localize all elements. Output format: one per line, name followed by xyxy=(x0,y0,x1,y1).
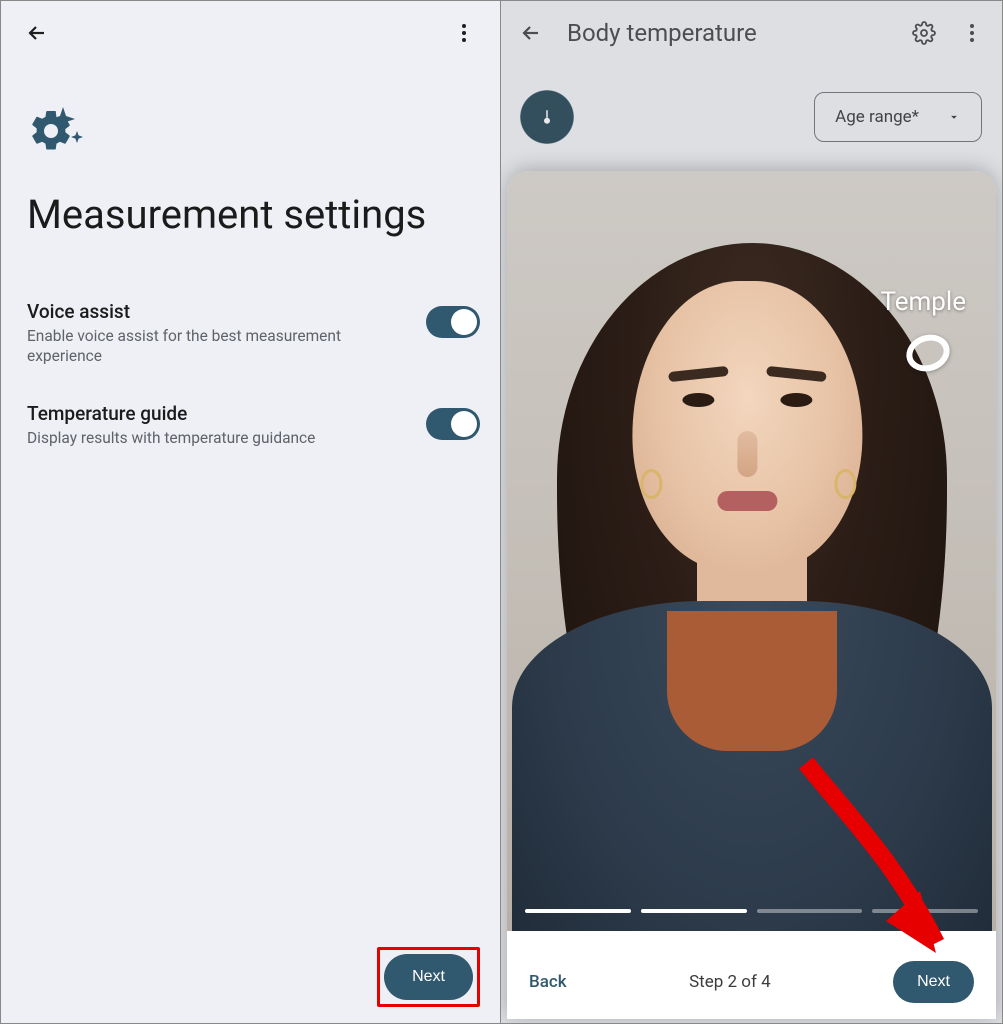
more-button[interactable] xyxy=(444,13,484,53)
setting-subtitle: Display results with temperature guidanc… xyxy=(27,428,410,448)
step-label: Step 2 of 4 xyxy=(689,972,771,992)
setting-subtitle: Enable voice assist for the best measure… xyxy=(27,326,410,366)
back-button[interactable] xyxy=(17,13,57,53)
appbar: Body temperature xyxy=(501,1,1002,65)
progress-seg xyxy=(525,909,631,913)
temple-label: Temple xyxy=(880,287,966,317)
back-button[interactable] xyxy=(511,13,551,53)
progress-seg xyxy=(757,909,863,913)
settings-list: Voice assist Enable voice assist for the… xyxy=(27,286,480,470)
next-button[interactable]: Next xyxy=(893,961,974,1003)
bg-content: Age range* xyxy=(501,65,1002,143)
progress-seg xyxy=(641,909,747,913)
voice-assist-toggle[interactable] xyxy=(426,306,480,338)
chevron-down-icon xyxy=(947,110,961,124)
tutorial-photo: Temple xyxy=(507,171,996,931)
body-temperature-screen: Body temperature Age range* xyxy=(501,0,1003,1024)
temperature-guide-toggle[interactable] xyxy=(426,408,480,440)
setting-voice-assist[interactable]: Voice assist Enable voice assist for the… xyxy=(27,286,480,388)
page-title: Measurement settings xyxy=(27,191,474,238)
age-range-label: Age range* xyxy=(835,107,919,127)
setting-title: Temperature guide xyxy=(27,402,410,425)
tutorial-sheet: Temple Back Step 2 of 4 Next xyxy=(507,171,996,1019)
progress-seg xyxy=(872,909,978,913)
sparkle-icon xyxy=(39,103,87,151)
settings-screen: Measurement settings Voice assist Enable… xyxy=(0,0,501,1024)
progress-indicator xyxy=(525,909,978,913)
annotation-highlight: Next xyxy=(377,947,480,1007)
settings-button[interactable] xyxy=(904,13,944,53)
setting-temperature-guide[interactable]: Temperature guide Display results with t… xyxy=(27,388,480,470)
more-button[interactable] xyxy=(952,13,992,53)
next-button[interactable]: Next xyxy=(384,954,473,1000)
back-button[interactable]: Back xyxy=(529,972,567,992)
age-range-dropdown[interactable]: Age range* xyxy=(814,92,982,142)
sheet-footer: Back Step 2 of 4 Next xyxy=(507,945,996,1019)
settings-gear-icon xyxy=(27,107,83,163)
appbar xyxy=(1,1,500,65)
thermometer-badge-icon xyxy=(521,91,573,143)
screen-title: Body temperature xyxy=(567,19,896,47)
setting-title: Voice assist xyxy=(27,300,410,323)
